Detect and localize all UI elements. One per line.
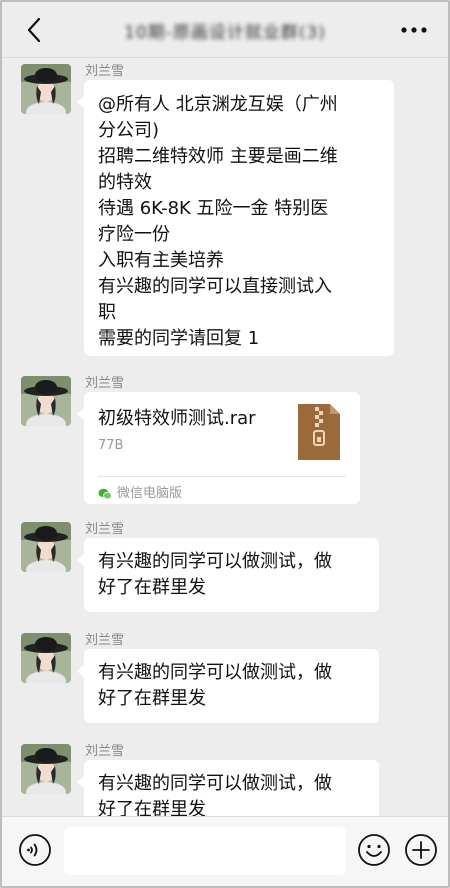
message-bubble[interactable]: @所有人 北京渊龙互娱（广州 分公司) 招聘二维特效师 主要是画二维 的特效 待… [77, 80, 394, 356]
message-bubble[interactable]: 有兴趣的同学可以做测试，做 好了在群里发 [77, 760, 379, 816]
sender-name: 刘兰雪 [85, 522, 125, 537]
file-name: 初级特效师测试.rar [98, 408, 256, 429]
message-line: 有兴趣的同学可以做测试，做 [98, 551, 332, 572]
message-line: 好了在群里发 [98, 799, 206, 816]
message-line: 有兴趣的同学可以直接测试入 [98, 276, 332, 297]
message-line: 招聘二维特效师 主要是画二维 [98, 146, 338, 167]
chat-title: 10期-原画设计就业群(3) [124, 23, 326, 42]
message-line: 待遇 6K-8K 五险一金 特别医 [98, 198, 329, 219]
avatar[interactable] [21, 376, 71, 426]
message-line: 好了在群里发 [98, 577, 206, 598]
chat-window: 10期-原画设计就业群(3) 刘兰雪 @所有人 北京渊龙互娱（广州 分公司) 招… [0, 0, 450, 888]
message-line: @所有人 北京渊龙互娱（广州 [98, 94, 338, 115]
zip-archive-icon [298, 404, 340, 460]
message-line: 疗险一份 [98, 224, 170, 245]
avatar[interactable] [21, 522, 71, 572]
message-line: 需要的同学请回复 1 [98, 328, 260, 349]
more-horizontal-icon [401, 27, 427, 33]
file-message-card[interactable]: 初级特效师测试.rar 77B 微信电脑版 [77, 392, 360, 507]
voice-icon[interactable] [18, 833, 52, 867]
sender-name: 刘兰雪 [85, 744, 125, 759]
more-button[interactable] [394, 12, 434, 48]
chat-header: 10期-原画设计就业群(3) [2, 2, 448, 58]
chevron-left-icon [27, 17, 41, 43]
back-button[interactable] [16, 12, 52, 48]
divider [98, 476, 346, 477]
message-bubble[interactable]: 有兴趣的同学可以做测试，做 好了在群里发 [77, 538, 379, 612]
sender-name: 刘兰雪 [85, 64, 125, 79]
plus-circle-icon[interactable] [404, 833, 438, 867]
input-bar [2, 816, 448, 886]
message-list[interactable]: 刘兰雪 @所有人 北京渊龙互娱（广州 分公司) 招聘二维特效师 主要是画二维 的… [2, 58, 448, 816]
avatar[interactable] [21, 744, 71, 794]
sender-name: 刘兰雪 [85, 633, 125, 648]
message-line: 有兴趣的同学可以做测试，做 [98, 662, 332, 683]
message-input[interactable] [64, 827, 346, 875]
message-line: 有兴趣的同学可以做测试，做 [98, 773, 332, 794]
message-line: 分公司) [98, 120, 160, 141]
file-size: 77B [98, 438, 124, 453]
message-bubble[interactable]: 有兴趣的同学可以做测试，做 好了在群里发 [77, 649, 379, 723]
message-line: 职 [98, 302, 116, 323]
file-source: 微信电脑版 [98, 481, 182, 507]
message-line: 的特效 [98, 172, 152, 193]
emoji-icon[interactable] [357, 833, 391, 867]
source-label: 微信电脑版 [117, 486, 183, 501]
avatar[interactable] [21, 633, 71, 683]
wechat-icon [98, 488, 112, 500]
message-line: 好了在群里发 [98, 688, 206, 709]
avatar[interactable] [21, 64, 71, 114]
sender-name: 刘兰雪 [85, 376, 125, 391]
message-line: 入职有主美培养 [98, 250, 224, 271]
